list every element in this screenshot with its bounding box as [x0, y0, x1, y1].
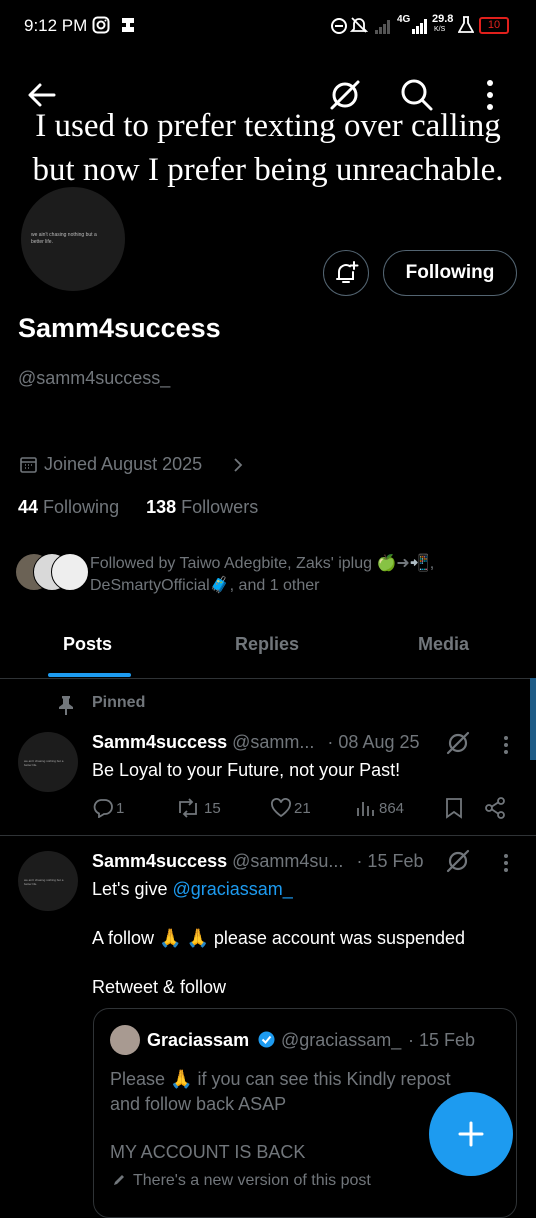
banner-text: I used to prefer texting over calling bu…	[0, 104, 536, 192]
repost-count: 15	[204, 800, 221, 817]
post-avatar-text: we ain't chasing nothing but a better li…	[24, 878, 64, 886]
post-author-handle[interactable]: @samm4su...	[232, 851, 343, 871]
status-bar: 9:12 PM 4G 29.8 K/S 10	[0, 0, 536, 54]
following-count: 44	[18, 497, 39, 517]
back-arrow-icon[interactable]	[26, 79, 58, 111]
post-text-line-2: A follow 🙏 🙏 please account was suspende…	[92, 928, 466, 948]
battery-indicator: 10	[479, 17, 509, 34]
post-author-name[interactable]: Samm4success	[92, 851, 227, 871]
post-more-icon[interactable]	[503, 735, 509, 755]
more-options-icon[interactable]	[485, 79, 495, 111]
scrollbar[interactable]	[530, 678, 536, 760]
reply-button[interactable]	[92, 798, 114, 818]
post-date[interactable]: · 15 Feb	[356, 851, 423, 871]
banner-line-1: I used to prefer texting over calling	[35, 108, 501, 144]
compose-post-button[interactable]	[429, 1092, 513, 1176]
signal-icon	[374, 18, 392, 34]
post-text: Be Loyal to your Future, not your Past!	[92, 760, 401, 780]
post-divider	[0, 835, 536, 836]
lab-flask-icon	[458, 16, 474, 34]
mention-link[interactable]: @graciassam_	[172, 879, 292, 899]
reply-count: 1	[116, 800, 125, 817]
view-count: 864	[379, 800, 405, 817]
post-author-name[interactable]: Samm4success	[92, 732, 227, 752]
followers-count: 138	[146, 497, 177, 517]
repost-button[interactable]	[176, 798, 200, 818]
profile-tabs: Posts Replies Media	[0, 620, 536, 679]
bookmark-icon[interactable]	[445, 797, 463, 819]
status-time: 9:12 PM	[24, 16, 88, 35]
grok-icon[interactable]	[445, 848, 471, 874]
follower-avatar-3	[51, 553, 89, 591]
bell-off-icon	[350, 16, 368, 34]
followers-stat[interactable]: 138 Followers	[146, 497, 258, 517]
edit-pencil-icon	[112, 1173, 126, 1187]
post-text-line-1: Let's give @graciassam_	[92, 879, 293, 900]
post-avatar[interactable]: we ain't chasing nothing but a better li…	[18, 851, 78, 911]
tab-posts[interactable]: Posts	[63, 634, 112, 655]
data-speed: 29.8	[432, 13, 454, 25]
post-header: Samm4success @samm4su... · 15 Feb	[92, 851, 423, 872]
follow-stats: 44 Following 138 Followers	[18, 497, 258, 518]
notification-subscribe-button[interactable]	[323, 250, 369, 296]
quoted-date: · 15 Feb	[408, 1030, 476, 1050]
post-avatar[interactable]: we ain't chasing nothing but a better li…	[18, 732, 78, 792]
new-version-notice[interactable]: There's a new version of this post	[133, 1172, 371, 1190]
post-text-line-3: Retweet & follow	[92, 977, 227, 997]
pinned-label: Pinned	[92, 694, 146, 711]
post-text-prefix: Let's give	[92, 879, 173, 899]
post-avatar-text: we ain't chasing nothing but a better li…	[24, 759, 64, 767]
network-type: 4G	[397, 14, 411, 25]
signal-strength-icon	[412, 18, 428, 34]
calendar-icon	[20, 456, 37, 473]
avatar-text: we ain't chasing nothing but a better li…	[31, 232, 97, 245]
following-label: Following	[43, 497, 120, 517]
post-date[interactable]: · 08 Aug 25	[327, 732, 419, 752]
views-icon[interactable]	[356, 798, 376, 818]
instagram-icon	[92, 16, 110, 34]
quoted-text-1: Please 🙏 if you can see this Kindly repo…	[110, 1069, 451, 1089]
following-button[interactable]: Following	[383, 250, 517, 296]
active-tab-indicator	[48, 673, 131, 677]
followers-label: Followers	[181, 497, 259, 517]
data-speed-unit: K/S	[434, 26, 446, 33]
post-author-handle[interactable]: @samm...	[232, 732, 314, 752]
quoted-author-name: Graciassam	[147, 1030, 250, 1050]
profile-name: Samm4success	[18, 313, 221, 343]
profile-handle: @samm4success_	[18, 368, 171, 388]
grok-icon[interactable]	[328, 78, 362, 112]
profile-avatar[interactable]: we ain't chasing nothing but a better li…	[18, 184, 128, 294]
pin-icon	[58, 695, 74, 715]
chevron-right-icon[interactable]	[233, 458, 243, 472]
quoted-avatar	[110, 1025, 140, 1055]
app-notification-icon	[120, 16, 136, 34]
follower-avatars[interactable]	[15, 553, 89, 591]
post-more-icon[interactable]	[503, 853, 509, 873]
dnd-icon	[330, 17, 348, 35]
following-stat[interactable]: 44 Following	[18, 497, 119, 517]
post-header: Samm4success @samm... · 08 Aug 25	[92, 732, 420, 753]
quoted-author-handle: @graciassam_	[281, 1030, 402, 1050]
quoted-text-3: MY ACCOUNT IS BACK	[110, 1142, 306, 1162]
followed-by-text[interactable]: Followed by Taiwo Adegbite, Zaks' iplug …	[90, 553, 510, 597]
tab-media[interactable]: Media	[418, 634, 469, 655]
verified-badge-icon	[258, 1031, 275, 1048]
quoted-text-2: and follow back ASAP	[110, 1094, 287, 1114]
like-count: 21	[294, 800, 311, 817]
tab-replies[interactable]: Replies	[235, 634, 299, 655]
bell-plus-icon	[334, 260, 360, 286]
share-icon[interactable]	[484, 797, 506, 819]
grok-icon[interactable]	[445, 730, 471, 756]
post-actions: 1 15 21 864	[92, 796, 512, 822]
joined-date: Joined August 2025	[44, 454, 203, 474]
search-icon[interactable]	[399, 77, 435, 113]
quoted-header: Graciassam	[147, 1030, 249, 1051]
like-button[interactable]	[270, 798, 292, 818]
plus-icon	[458, 1121, 484, 1147]
